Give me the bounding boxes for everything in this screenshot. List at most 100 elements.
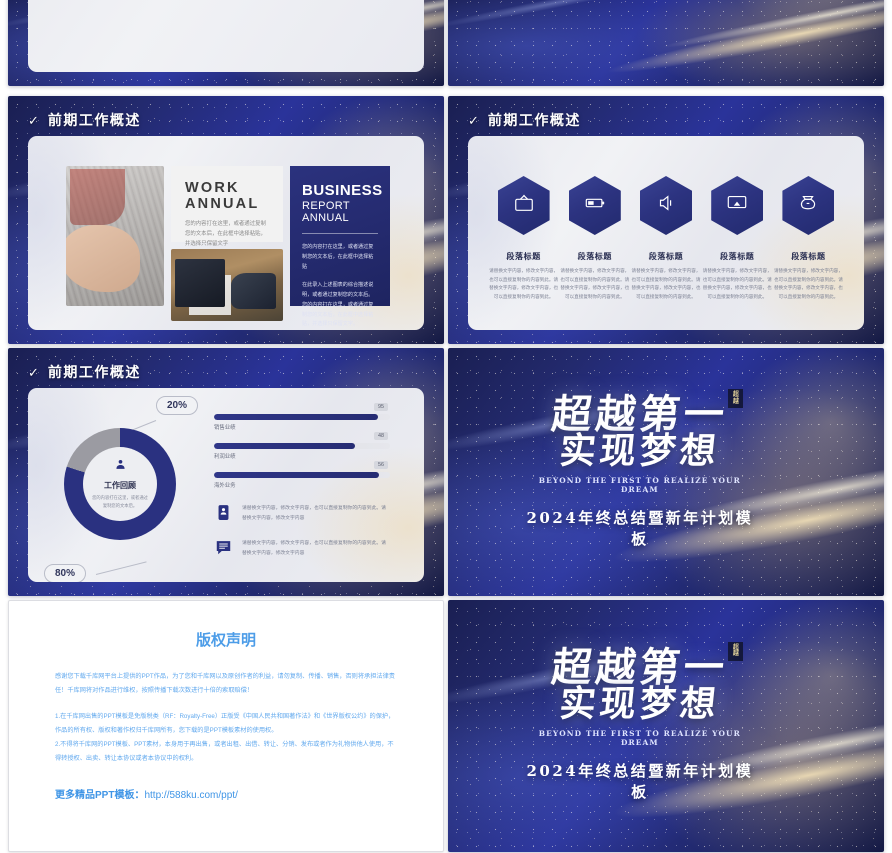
battery-icon bbox=[584, 192, 606, 219]
list-item[interactable]: 段落标题 请替换文字内容，修改文字内容，也可以直接复制你的内容到此。请替换文字内… bbox=[702, 176, 773, 302]
item-body: 请替换文字内容，修改文字内容，也可以直接复制你的内容到此。请替换文字内容，修改文… bbox=[773, 268, 843, 300]
slide-cards-preview[interactable]: 边国两的相应替逻说明，或者通过复制您的文本后，在此框中选择粘贴，并选择只保留文字… bbox=[8, 0, 444, 86]
piggy-bank-icon bbox=[797, 192, 819, 219]
slide-hero-title-duplicate[interactable]: 超越 超越第一 实现梦想 BEYOND THE FIRST TO REALIZE… bbox=[448, 600, 884, 852]
hexagon-badge bbox=[568, 176, 621, 235]
callout-80: 80% bbox=[44, 564, 87, 582]
slide-heading: ✓ 前期工作概述 bbox=[28, 110, 141, 130]
item-heading: 段落标题 bbox=[577, 252, 612, 261]
mobile-icon bbox=[214, 502, 233, 523]
item-body: 请替换文字内容，修改文字内容，也可以直接复制你的内容到此。请替换文字内容，修改文… bbox=[560, 268, 630, 300]
slide-work-annual[interactable]: ✓ 前期工作概述 WORK ANNUAL 您的内容打在这里，或者通过复制您的文本… bbox=[8, 96, 444, 344]
list-item[interactable]: 段落标题 请替换文字内容，修改文字内容，也可以直接复制你的内容到此。请替换文字内… bbox=[488, 176, 559, 302]
content-panel: 边国两的相应替逻说明，或者通过复制您的文本后，在此框中选择粘贴，并选择只保留文字… bbox=[28, 0, 424, 72]
card-heading: WORK ANNUAL bbox=[185, 180, 260, 212]
hero-artwork: 超越 超越第一 实现梦想 BEYOND THE FIRST TO REALIZE… bbox=[522, 641, 757, 802]
business-body-2: 在此录入上述图表的综合描述说明，或者通过复制您的文本后。您的内容打在这里，或者通… bbox=[302, 281, 374, 328]
bar-track bbox=[214, 472, 390, 478]
donut-body: 您的内容打在这里，或者通过复制您的文本后。 bbox=[92, 495, 148, 508]
callout-20: 20% bbox=[156, 396, 199, 415]
info-item: 请替换文字内容，修改文字内容，也可以直接复制你的内容到此。请替换文字内容，修改文… bbox=[214, 537, 390, 559]
list-item[interactable]: 段落标题 请替换文字内容，修改文字内容，也可以直接复制你的内容到此。请替换文字内… bbox=[630, 176, 701, 302]
copyright-intro: 感谢您下载千库网平台上提供的PPT作品，为了您和千库网以及原创作者的利益，请勿复… bbox=[55, 673, 395, 694]
slide-hexagon-features[interactable]: ✓ 前期工作概述 段落标题 请替换文字内容，修改文字内容，也可以直接复制你的内容… bbox=[448, 96, 884, 344]
volume-icon bbox=[655, 192, 677, 219]
bar-value: 56 bbox=[374, 461, 388, 469]
bar-fill bbox=[214, 414, 378, 420]
donut-chart: 工作回顾 您的内容打在这里，或者通过复制您的文本后。 bbox=[64, 428, 176, 540]
slide-heading-text: 前期工作概述 bbox=[47, 365, 141, 381]
list-item[interactable]: 段落标题 请替换文字内容，修改文字内容，也可以直接复制你的内容到此。请替换文字内… bbox=[559, 176, 630, 302]
item-heading: 段落标题 bbox=[506, 252, 541, 261]
hexagon-badge bbox=[640, 176, 692, 235]
hexagon-badge bbox=[711, 176, 764, 235]
work-annual-layout: WORK ANNUAL 您的内容打在这里，或者通过复制您的文本后，在此框中选择粘… bbox=[66, 166, 390, 327]
divider bbox=[302, 233, 378, 234]
bar-track bbox=[214, 443, 390, 449]
airplay-icon bbox=[726, 192, 748, 219]
donut-heading: 工作回顾 bbox=[104, 481, 136, 491]
progress-bar-row: 48 利润业绩 bbox=[214, 432, 390, 460]
hexagon-badge bbox=[782, 176, 835, 235]
copyright-clause-1: 1.在千库网出售的PPT模板是免版税类（RF：Royalty-Free）正版受《… bbox=[55, 712, 395, 734]
hero-english-tagline: BEYOND THE FIRST TO REALIZE YOUR DREAM bbox=[538, 476, 741, 495]
slide-hero-preview-top[interactable]: xt, select paste in this box. bbox=[448, 0, 884, 86]
list-item[interactable]: 段落标题 请替换文字内容，修改文字内容，也可以直接复制你的内容到此。请替换文字内… bbox=[773, 176, 844, 302]
content-panel: WORK ANNUAL 您的内容打在这里，或者通过复制您的文本后，在此框中选择粘… bbox=[28, 136, 424, 330]
info-text: 请替换文字内容，修改文字内容，也可以直接复制你的内容到此。请替换文字内容，修改文… bbox=[242, 506, 386, 522]
bar-value: 95 bbox=[374, 403, 388, 411]
starry-background bbox=[448, 0, 884, 86]
slide-heading-text: 前期工作概述 bbox=[47, 113, 141, 129]
slide-heading-text: 前期工作概述 bbox=[487, 113, 581, 129]
work-annual-card: WORK ANNUAL 您的内容打在这里，或者通过复制您的文本后，在此框中选择粘… bbox=[171, 166, 283, 247]
hero-subtitle: 2024年终总结暨新年计划模板 bbox=[526, 761, 754, 801]
slide-work-review[interactable]: ✓ 前期工作概述 工作回顾 您的内容打在这里，或者通过复制您的文本后。 20% … bbox=[8, 348, 444, 596]
slide-hero-title[interactable]: 超越 超越第一 实现梦想 BEYOND THE FIRST TO REALIZE… bbox=[448, 348, 884, 596]
hero-subtitle: 2024年终总结暨新年计划模板 bbox=[526, 509, 754, 549]
copyright-heading: 版权声明 bbox=[195, 632, 256, 649]
bar-label: 海外业务 bbox=[214, 483, 236, 489]
hero-line-1: 超越第一 bbox=[549, 643, 731, 691]
info-text: 请替换文字内容，修改文字内容，也可以直接复制你的内容到此。请替换文字内容，修改文… bbox=[242, 541, 386, 557]
progress-bar-row: 95 销售业绩 bbox=[214, 403, 390, 431]
donut-chart-area: 工作回顾 您的内容打在这里，或者通过复制您的文本后。 20% 80% bbox=[28, 388, 206, 582]
bar-label: 销售业绩 bbox=[214, 425, 236, 431]
item-heading: 段落标题 bbox=[791, 252, 826, 261]
review-layout: 工作回顾 您的内容打在这里，或者通过复制您的文本后。 20% 80% 95 销售… bbox=[28, 388, 424, 582]
bar-label: 利润业绩 bbox=[214, 454, 236, 460]
hero-content: 超越 超越第一 实现梦想 BEYOND THE FIRST TO REALIZE… bbox=[448, 348, 884, 596]
check-icon: ✓ bbox=[28, 364, 39, 380]
review-right-column: 95 销售业绩 48 利润业绩 56 海外业务 请替换文字内容，修改文字内容，也… bbox=[206, 388, 424, 582]
check-icon: ✓ bbox=[468, 112, 479, 128]
hero-artwork: 超越 超越第一 实现梦想 BEYOND THE FIRST TO REALIZE… bbox=[522, 389, 757, 549]
copyright-body: 版权声明 感谢您下载千库网平台上提供的PPT作品，为了您和千库网以及原创作者的利… bbox=[9, 601, 443, 801]
slide-copyright-notice[interactable]: 版权声明 感谢您下载千库网平台上提供的PPT作品，为了您和千库网以及原创作者的利… bbox=[8, 600, 444, 852]
business-heading: BUSINESS bbox=[302, 182, 383, 199]
photo-writing-hand bbox=[66, 166, 164, 306]
hero-line-2: 实现梦想 bbox=[557, 430, 723, 473]
content-panel: 段落标题 请替换文字内容，修改文字内容，也可以直接复制你的内容到此。请替换文字内… bbox=[468, 136, 864, 330]
card-body: 您的内容打在这里，或者通过复制您的文本后，在此框中选择粘贴，并选择只保留文字 bbox=[185, 221, 266, 247]
item-body: 请替换文字内容，修改文字内容，也可以直接复制你的内容到此。请替换文字内容，修改文… bbox=[631, 268, 701, 300]
slide-heading: ✓ 前期工作概述 bbox=[468, 110, 581, 130]
bar-value: 48 bbox=[374, 432, 388, 440]
hero-english-tagline: BEYOND THE FIRST TO REALIZE YOUR DREAM bbox=[538, 728, 741, 747]
more-templates-url[interactable]: http://588ku.com/ppt/ bbox=[144, 790, 237, 801]
progress-bar-row: 56 海外业务 bbox=[214, 461, 390, 489]
more-templates-label: 更多精品PPT模板： bbox=[55, 789, 145, 801]
tv-icon bbox=[513, 192, 535, 219]
comment-icon bbox=[214, 537, 233, 558]
item-body: 请替换文字内容，修改文字内容，也可以直接复制你的内容到此。请替换文字内容，修改文… bbox=[489, 268, 559, 300]
callout-leader-line bbox=[95, 561, 147, 575]
hero-line-2: 实现梦想 bbox=[557, 682, 723, 725]
bar-fill bbox=[214, 443, 355, 449]
business-body-1: 您的内容打在这里，或者通过复制您的文本后，在此框中选择粘贴 bbox=[302, 244, 374, 270]
info-item: 请替换文字内容，修改文字内容，也可以直接复制你的内容到此。请替换文字内容，修改文… bbox=[214, 502, 390, 524]
item-body: 请替换文字内容，修改文字内容，也可以直接复制你的内容到此。请替换文字内容，修改文… bbox=[702, 268, 772, 300]
hexagon-badge bbox=[497, 176, 550, 235]
user-icon bbox=[114, 458, 127, 476]
photo-laptop-desk bbox=[171, 249, 283, 321]
check-icon: ✓ bbox=[28, 112, 39, 128]
item-heading: 段落标题 bbox=[720, 252, 755, 261]
business-subheading: REPORT ANNUAL bbox=[302, 200, 350, 224]
